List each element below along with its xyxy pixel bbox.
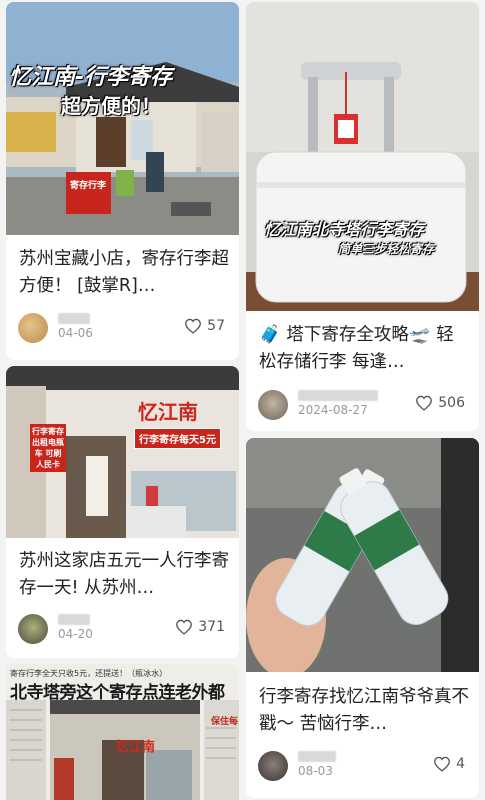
note-card[interactable]: 行李寄存找忆江南爷爷真不戳～ 苦恼行李… 08-03 4 [246,438,479,798]
note-meta: 04-20 371 [18,612,227,646]
avatar[interactable] [258,751,288,781]
note-cover-image[interactable] [246,438,479,672]
author-name-blurred[interactable] [298,390,378,401]
cover-caption-line2: 超方便的！ [61,94,161,118]
note-card[interactable]: 忆江南-行李寄存 超方便的！ 寄存行李 苏州宝藏小店，寄存行李超方便！ [鼓掌R… [6,2,239,360]
note-cover-image[interactable]: 寄存行李全天只收5元，还提送！（瓶冰水） 北寺塔旁这个寄存点连老外都 忆江南 保… [6,664,239,800]
like-count: 4 [456,756,465,772]
note-date: 08-03 [298,764,333,778]
like-count: 371 [198,619,225,635]
author-name-blurred[interactable] [298,751,336,762]
author-name-blurred[interactable] [58,313,90,324]
like-button[interactable]: 371 [175,619,225,635]
cover-caption-line2: 简单三步轻松寄存 [338,242,435,256]
shop-banner: 行李寄存每天5元 [134,428,221,449]
note-cover-image[interactable]: 忆江南-行李寄存 超方便的！ 寄存行李 [6,2,239,235]
like-count: 57 [207,318,225,334]
note-title[interactable]: 苏州宝藏小店，寄存行李超方便！ [鼓掌R]… [19,246,229,300]
note-date: 04-06 [58,326,93,340]
like-button[interactable]: 4 [433,756,465,772]
cover-sign-text: 寄存行李 [70,181,107,191]
note-title[interactable]: 苏州这家店五元一人行李寄存一天! 从苏州… [19,548,229,602]
like-button[interactable]: 57 [184,318,225,334]
like-count: 506 [438,395,465,411]
note-title[interactable]: 行李寄存找忆江南爷爷真不戳～ 苦恼行李… [259,684,469,738]
author-name-blurred[interactable] [58,614,90,625]
avatar[interactable] [258,390,288,420]
note-card[interactable]: 寄存行李全天只收5元，还提送！（瓶冰水） 北寺塔旁这个寄存点连老外都 忆江南 保… [6,664,239,800]
cover-caption-line1: 忆江南-行李寄存 [9,65,173,90]
note-date: 2024-08-27 [298,403,368,417]
heart-outline-icon [185,318,202,334]
note-meta: 04-06 57 [18,311,227,345]
avatar[interactable] [18,614,48,644]
shop-side-sign: 行李寄存 出租电瓶车 可刷人民卡 [30,424,66,472]
shop-sign: 忆江南 [138,400,198,424]
water-bottles-photo [246,438,479,672]
avatar[interactable] [18,313,48,343]
newspaper-side-text: 保住每 [211,717,239,727]
note-meta: 2024-08-27 506 [258,388,467,422]
heart-outline-icon [434,756,451,772]
note-card[interactable]: 忆江南 行李寄存每天5元 行李寄存 出租电瓶车 可刷人民卡 苏州这家店五元一人行… [6,366,239,658]
note-cover-image[interactable]: 忆江南 行李寄存每天5元 行李寄存 出租电瓶车 可刷人民卡 [6,366,239,538]
like-button[interactable]: 506 [415,395,465,411]
cover-sign: 寄存行李 [68,178,108,194]
heart-outline-icon [176,619,193,635]
cover-caption-line1: 忆江南北寺塔行李寄存 [264,220,425,239]
note-meta: 08-03 4 [258,749,467,783]
note-card[interactable]: 忆江南北寺塔行李寄存 简单三步轻松寄存 🧳 塔下寄存全攻略🛫 轻松存储行李 每逢… [246,2,479,431]
note-title[interactable]: 🧳 塔下寄存全攻略🛫 轻松存储行李 每逢… [259,322,469,376]
newspaper-shop-sign: 忆江南 [116,740,156,755]
note-date: 04-20 [58,627,93,641]
suitcase-photo [246,2,479,311]
note-feed: 忆江南-行李寄存 超方便的！ 寄存行李 苏州宝藏小店，寄存行李超方便！ [鼓掌R… [0,0,485,800]
heart-outline-icon [416,395,433,411]
note-cover-image[interactable]: 忆江南北寺塔行李寄存 简单三步轻松寄存 [246,2,479,311]
